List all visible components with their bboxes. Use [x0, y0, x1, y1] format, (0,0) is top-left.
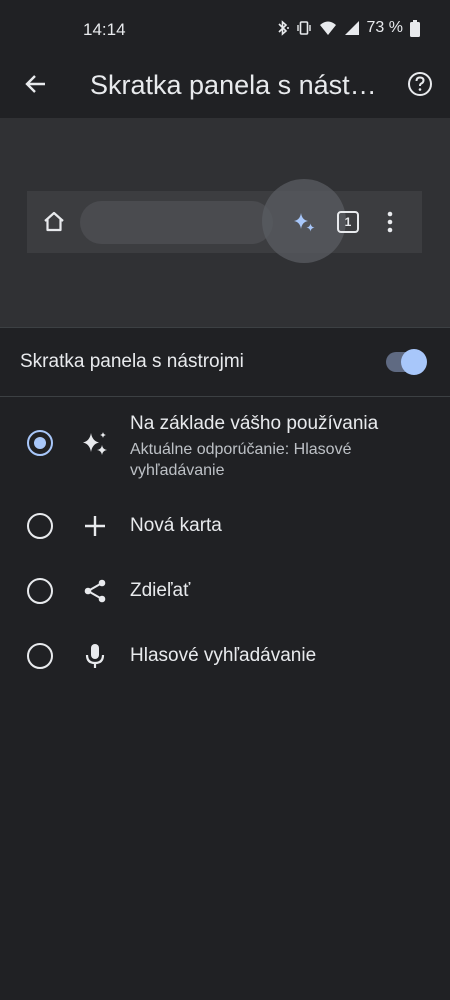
preview-omnibox [80, 201, 273, 244]
option-title: Nová karta [130, 515, 222, 536]
option-share[interactable]: Zdieľať [0, 559, 450, 623]
more-vert-icon [387, 211, 393, 233]
mic-icon [80, 641, 110, 671]
back-button[interactable] [20, 68, 52, 100]
radio-button[interactable] [27, 643, 53, 669]
radio-button-selected[interactable] [27, 430, 53, 456]
share-icon [80, 576, 110, 606]
toolbar-preview: 1 [0, 118, 450, 327]
divider [0, 396, 450, 397]
radio-button[interactable] [27, 578, 53, 604]
page-title: Skratka panela s nástrojmi [90, 70, 385, 100]
sparkle-icon [294, 213, 315, 232]
radio-button[interactable] [27, 513, 53, 539]
status-time: 14:14 [83, 20, 126, 39]
help-button[interactable] [403, 67, 437, 101]
option-title: Hlasové vyhľadávanie [130, 645, 317, 666]
bluetooth-icon [277, 20, 289, 36]
option-new-tab[interactable]: Nová karta [0, 494, 450, 558]
plus-icon [80, 511, 110, 541]
toolbar-shortcut-toggle-row[interactable]: Skratka panela s nástrojmi [0, 328, 450, 396]
app-bar: Skratka panela s nástrojmi [0, 60, 450, 118]
sparkle-icon [80, 430, 110, 460]
status-icons: 73 % [277, 19, 420, 37]
option-subtitle: Aktuálne odporúčanie: Hlasové vyhľadávan… [130, 441, 352, 479]
option-based-on-usage[interactable]: Na základe vášho používania Aktuálne odp… [0, 398, 450, 488]
status-bar: 14:14 73 % [0, 0, 450, 60]
toggle-thumb[interactable] [401, 349, 427, 375]
battery-icon [410, 19, 420, 37]
option-voice-search[interactable]: Hlasové vyhľadávanie [0, 624, 450, 688]
option-title: Zdieľať [130, 580, 191, 601]
tab-switcher-icon: 1 [337, 211, 359, 233]
home-icon [44, 211, 64, 232]
arrow-back-icon [25, 75, 45, 93]
wifi-icon [319, 20, 337, 36]
toggle-label: Skratka panela s nástrojmi [20, 351, 244, 372]
battery-level: 73 % [366, 19, 403, 36]
option-title: Na základe vášho používania [130, 413, 379, 434]
signal-icon [344, 20, 360, 36]
help-icon [408, 72, 432, 96]
vibrate-icon [296, 20, 312, 36]
preview-toolbar: 1 [27, 179, 422, 263]
